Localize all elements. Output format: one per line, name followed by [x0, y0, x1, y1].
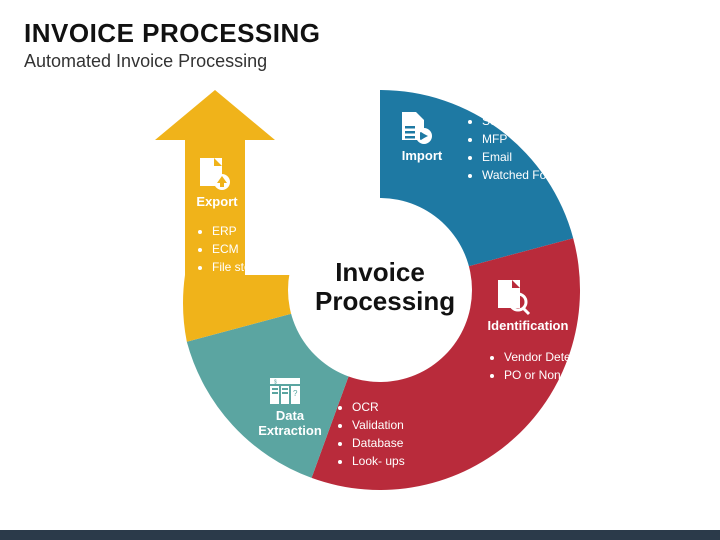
list-item: Database — [352, 434, 436, 452]
list-item: File storage — [212, 258, 276, 276]
export-label: Export — [192, 194, 242, 209]
list-item: Validation — [352, 416, 436, 434]
export-items: ERP ECM File storage — [196, 222, 276, 276]
svg-text:?: ? — [293, 389, 298, 398]
process-diagram: $ ? Invoice Processing Import Scanner MF… — [0, 0, 720, 540]
list-item: Email — [482, 148, 576, 166]
import-label: Import — [392, 148, 452, 163]
extraction-icon: $ ? — [270, 378, 300, 404]
list-item: Vendor Detection — [504, 348, 598, 366]
center-line2: Processing — [315, 286, 455, 316]
list-item: ECM — [212, 240, 276, 258]
list-item: MFP — [482, 130, 576, 148]
center-label: Invoice Processing — [315, 258, 445, 315]
svg-text:$: $ — [274, 380, 277, 386]
extraction-label: Data Extraction — [254, 408, 326, 438]
footer-bar — [0, 530, 720, 540]
import-items: Scanner MFP Email Watched Folder — [466, 112, 576, 184]
list-item: OCR — [352, 398, 436, 416]
segment-export — [155, 90, 293, 342]
list-item: Scanner — [482, 112, 576, 130]
extraction-items: OCR Validation Database Look- ups — [336, 398, 436, 470]
center-line1: Invoice — [335, 257, 425, 287]
list-item: Watched Folder — [482, 166, 576, 184]
list-item: PO or Non-PO — [504, 366, 598, 384]
list-item: ERP — [212, 222, 276, 240]
list-item: Look- ups — [352, 452, 436, 470]
identification-label: Identification — [478, 318, 578, 333]
identification-items: Vendor Detection PO or Non-PO — [488, 348, 598, 384]
